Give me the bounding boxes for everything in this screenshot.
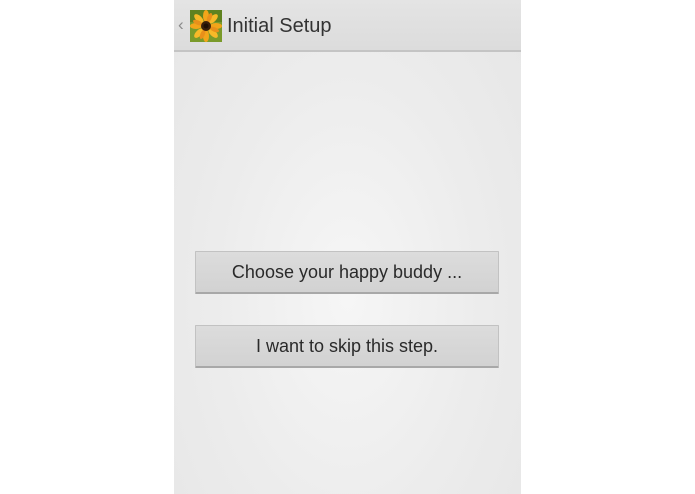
sunflower-icon <box>190 10 222 42</box>
app-screen: ‹ Initial Setup Choose your happy buddy … <box>174 0 521 494</box>
skip-step-button[interactable]: I want to skip this step. <box>195 325 499 368</box>
back-caret-icon: ‹ <box>178 15 184 34</box>
up-navigation-button[interactable]: ‹ Initial Setup <box>174 0 364 52</box>
action-bar: ‹ Initial Setup <box>174 0 521 52</box>
page-title: Initial Setup <box>227 15 332 37</box>
choose-buddy-button[interactable]: Choose your happy buddy ... <box>195 251 499 294</box>
